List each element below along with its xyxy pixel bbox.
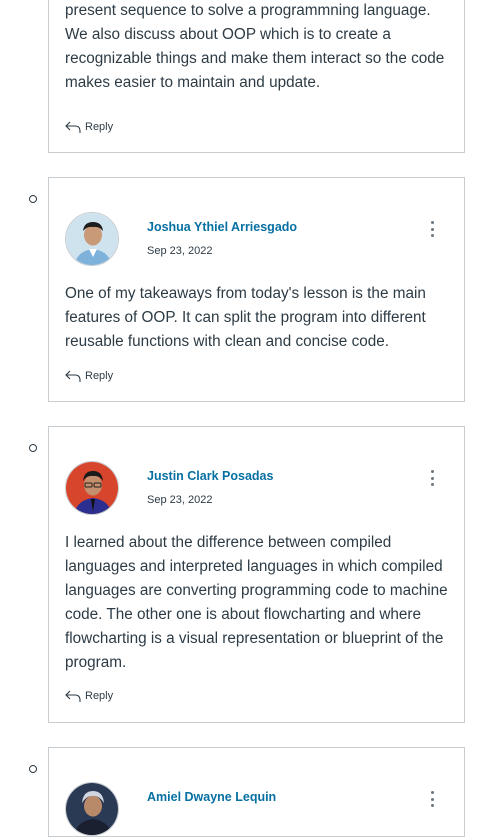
thread-bullet-icon: [29, 765, 37, 773]
thread-bullet-icon: [29, 444, 37, 452]
discussion-reply-card: Joshua Ythiel Arriesgado Sep 23, 2022 On…: [48, 177, 465, 402]
post-date: Sep 23, 2022: [147, 245, 213, 257]
kebab-menu-icon[interactable]: [430, 791, 434, 807]
reply-button[interactable]: Reply: [65, 120, 113, 134]
discussion-reply-card: Justin Clark Posadas Sep 23, 2022 I lear…: [48, 426, 465, 723]
kebab-menu-icon[interactable]: [430, 221, 434, 237]
reply-label: Reply: [85, 370, 114, 382]
author-name-link[interactable]: Joshua Ythiel Arriesgado: [147, 220, 297, 234]
reply-message: Week 3 discussion we tackle about flowch…: [65, 2, 445, 91]
discussion-reply-card: Amiel Dwayne Lequin: [48, 747, 465, 837]
reply-message: I learned about the difference between c…: [65, 534, 448, 671]
avatar[interactable]: [65, 782, 119, 836]
reply-arrow-icon: [65, 370, 81, 382]
discussion-reply-card: Week 3 discussion we tackle about flowch…: [48, 0, 465, 153]
avatar[interactable]: [65, 212, 119, 266]
reply-message: One of my takeaways from today's lesson …: [65, 285, 426, 350]
reply-button[interactable]: Reply: [65, 369, 113, 383]
avatar[interactable]: [65, 461, 119, 515]
reply-arrow-icon: [65, 121, 81, 133]
reply-label: Reply: [85, 121, 114, 133]
kebab-menu-icon[interactable]: [430, 470, 434, 486]
reply-label: Reply: [85, 690, 114, 702]
reply-arrow-icon: [65, 690, 81, 702]
author-name-link[interactable]: Amiel Dwayne Lequin: [147, 790, 276, 804]
reply-button[interactable]: Reply: [65, 689, 113, 703]
author-name-link[interactable]: Justin Clark Posadas: [147, 469, 273, 483]
thread-bullet-icon: [29, 195, 37, 203]
post-date: Sep 23, 2022: [147, 494, 213, 506]
discussion-thread: Week 3 discussion we tackle about flowch…: [0, 0, 477, 837]
